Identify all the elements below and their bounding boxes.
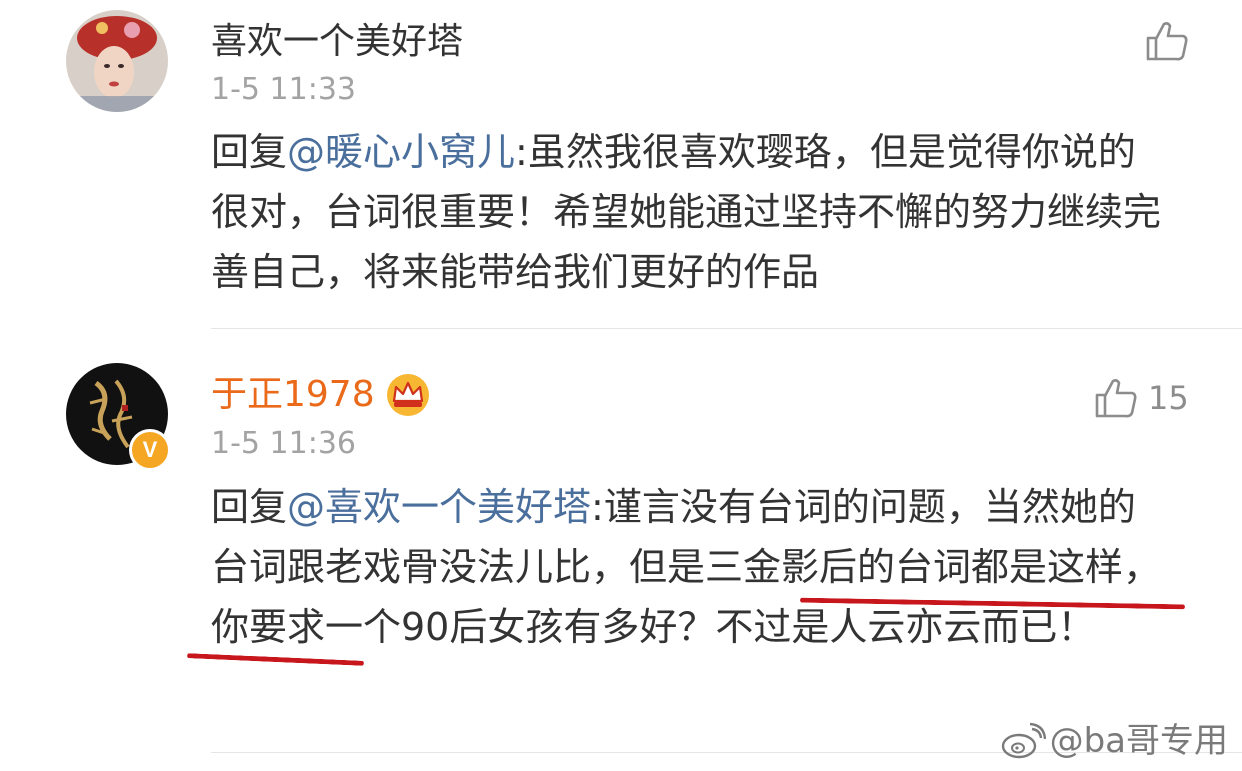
thumbs-up-icon <box>1095 379 1137 418</box>
comment-item: V 于正1978 1-5 11:36 15 回复@喜欢一个美好塔:谨言没有台词的… <box>0 329 1242 771</box>
like-button[interactable] <box>1145 20 1199 62</box>
comment-text: 回复@喜欢一个美好塔:谨言没有台词的问题，当然她的台词跟老戏骨没法儿比，但是三金… <box>211 477 1171 657</box>
weibo-icon <box>1001 722 1046 759</box>
mention-link[interactable]: @暖心小窝儿 <box>287 130 515 174</box>
username-text: 于正1978 <box>211 374 375 415</box>
watermark-text: @ba哥专用 <box>1049 721 1228 761</box>
comment-item: 喜欢一个美好塔 1-5 11:33 回复@暖心小窝儿:虽然我很喜欢璎珞，但是觉得… <box>0 0 1242 328</box>
reply-prefix: 回复 <box>211 130 288 174</box>
avatar-image <box>66 10 168 112</box>
like-button[interactable]: 15 <box>1094 377 1189 419</box>
username[interactable]: 于正1978 <box>211 373 431 417</box>
username[interactable]: 喜欢一个美好塔 <box>211 20 463 64</box>
avatar[interactable] <box>66 10 168 112</box>
thumbs-up-icon <box>1146 22 1188 61</box>
reply-prefix: 回复 <box>211 485 288 529</box>
timestamp: 1-5 11:33 <box>211 72 356 107</box>
verified-badge: V <box>129 429 171 471</box>
verified-v-icon: V <box>142 437 158 462</box>
crown-icon <box>386 374 429 416</box>
watermark: @ba哥专用 <box>1000 721 1228 761</box>
comment-text: 回复@暖心小窝儿:虽然我很喜欢璎珞，但是觉得你说的很对，台词很重要！希望她能通过… <box>211 122 1171 302</box>
like-count: 15 <box>1148 379 1189 417</box>
timestamp: 1-5 11:36 <box>211 426 356 461</box>
mention-link[interactable]: @喜欢一个美好塔 <box>287 485 591 529</box>
